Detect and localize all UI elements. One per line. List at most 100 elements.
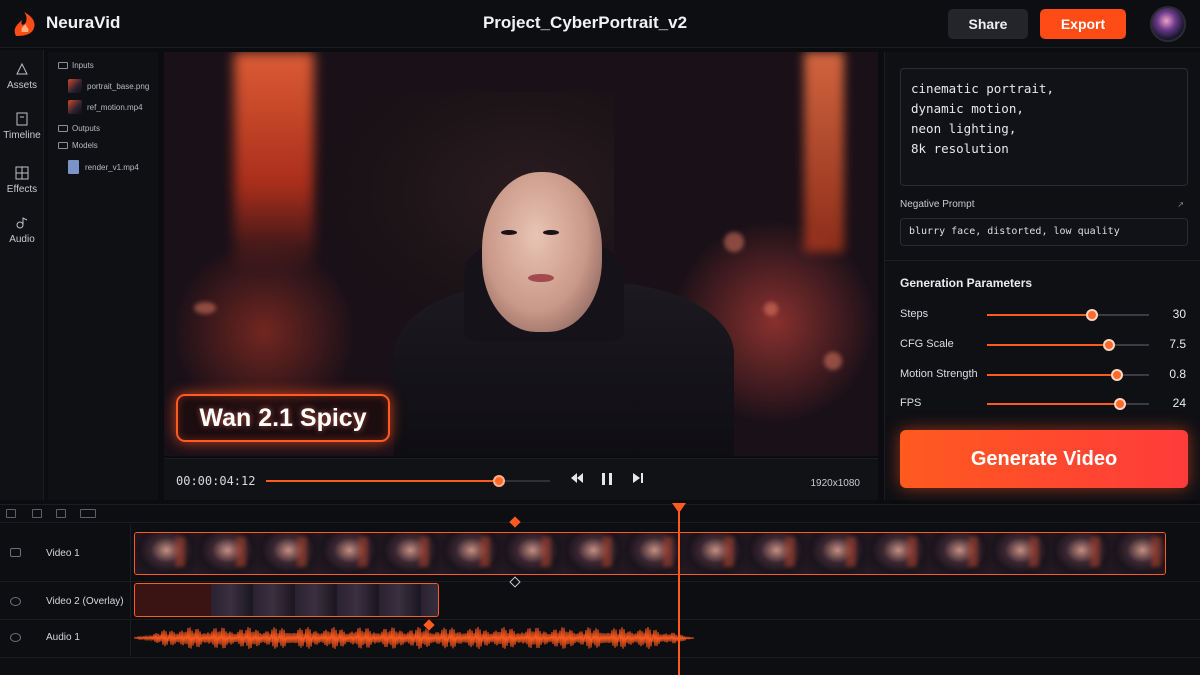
param-label: FPS bbox=[900, 397, 922, 409]
export-button[interactable]: Export bbox=[1040, 9, 1126, 39]
bokeh-light bbox=[824, 352, 842, 370]
video-file-icon bbox=[68, 160, 79, 174]
file-item[interactable]: render_v1.mp4 bbox=[68, 160, 139, 174]
pause-icon bbox=[602, 473, 612, 485]
clip-frame-thumbnail bbox=[684, 533, 748, 574]
steps-slider[interactable] bbox=[987, 309, 1149, 321]
file-item[interactable]: portrait_base.png bbox=[68, 79, 149, 93]
pause-button[interactable] bbox=[599, 472, 615, 488]
clip-frame-thumbnail bbox=[440, 533, 504, 574]
rail-item-label: Audio bbox=[9, 234, 35, 245]
video-clip[interactable] bbox=[134, 532, 1166, 575]
scrub-bar[interactable] bbox=[266, 475, 550, 487]
slider-fill bbox=[987, 374, 1117, 376]
rail-item-timeline[interactable]: Timeline bbox=[0, 112, 44, 141]
slider-handle[interactable] bbox=[1102, 339, 1115, 351]
model-badge: Wan 2.1 Spicy bbox=[176, 394, 390, 442]
folder-label: Models bbox=[72, 141, 98, 150]
clip-frame-thumbnail bbox=[745, 533, 809, 574]
fps-slider[interactable] bbox=[987, 398, 1149, 410]
folder-models[interactable]: Models bbox=[58, 141, 98, 150]
slider-handle[interactable] bbox=[1110, 369, 1123, 381]
video-thumbnail-icon bbox=[68, 100, 82, 114]
playback-controls: 00:00:04:12 1920x1080 bbox=[164, 458, 878, 500]
playhead-handle[interactable] bbox=[672, 503, 686, 513]
zoom-tool-icon[interactable] bbox=[80, 509, 96, 518]
clip-frame-thumbnail bbox=[1111, 533, 1165, 574]
timeline: Video 1 Video 2 (Overlay) Audio 1 bbox=[0, 503, 1200, 675]
playhead[interactable] bbox=[678, 505, 680, 675]
timecode: 00:00:04:12 bbox=[176, 474, 256, 488]
file-name: portrait_base.png bbox=[87, 82, 150, 91]
overlay-clip[interactable] bbox=[134, 583, 439, 617]
param-label: Steps bbox=[900, 308, 929, 320]
slider-fill bbox=[987, 403, 1120, 405]
track-header-video-1[interactable]: Video 1 bbox=[0, 524, 131, 581]
folder-inputs[interactable]: Inputs bbox=[58, 61, 94, 70]
video-preview[interactable]: Wan 2.1 Spicy bbox=[164, 52, 878, 456]
slider-handle[interactable] bbox=[1086, 309, 1099, 321]
cfg-scale-slider[interactable] bbox=[987, 339, 1149, 351]
track-divider bbox=[0, 657, 1200, 658]
razor-tool-icon[interactable] bbox=[6, 509, 16, 518]
subject-face bbox=[482, 172, 602, 332]
slider-fill bbox=[987, 344, 1109, 346]
motion-strength-slider[interactable] bbox=[987, 369, 1149, 381]
folder-outputs[interactable]: Outputs bbox=[58, 124, 100, 133]
clip-frame-thumbnail bbox=[196, 533, 260, 574]
clip-frame-thumbnail bbox=[989, 533, 1053, 574]
track-name: Video 1 bbox=[46, 548, 80, 559]
skip-back-button[interactable] bbox=[569, 472, 585, 488]
param-value: 0.8 bbox=[1169, 367, 1186, 381]
track-name: Video 2 (Overlay) bbox=[46, 596, 124, 607]
audio-waveform[interactable] bbox=[134, 623, 694, 653]
prompt-input[interactable]: cinematic portrait, dynamic motion, neon… bbox=[900, 68, 1188, 186]
app-name: NeuraVid bbox=[46, 13, 121, 32]
param-value: 7.5 bbox=[1169, 337, 1186, 351]
clip-frame-thumbnail bbox=[257, 533, 321, 574]
folder-label: Inputs bbox=[72, 61, 94, 70]
clip-frame-thumbnail bbox=[806, 533, 870, 574]
slider-fill bbox=[987, 314, 1093, 316]
track-header-audio-1[interactable]: Audio 1 bbox=[0, 620, 131, 656]
folder-icon bbox=[58, 62, 68, 69]
track-header-video-2[interactable]: Video 2 (Overlay) bbox=[0, 582, 131, 618]
expand-icon[interactable]: ↗ bbox=[1177, 200, 1184, 209]
slider-handle[interactable] bbox=[1113, 398, 1126, 410]
rail-item-label: Effects bbox=[6, 184, 38, 195]
clip-frame-thumbnail bbox=[562, 533, 626, 574]
folder-icon bbox=[58, 125, 68, 132]
file-browser: Inputs portrait_base.png ref_motion.mp4 … bbox=[48, 52, 158, 500]
clip-frame-thumbnail bbox=[318, 533, 382, 574]
keyframe-marker[interactable] bbox=[509, 576, 521, 588]
negative-prompt-input[interactable]: blurry face, distorted, low quality bbox=[900, 218, 1188, 246]
share-button[interactable]: Share bbox=[948, 9, 1028, 39]
divider bbox=[885, 260, 1200, 261]
skip-forward-icon bbox=[633, 473, 643, 483]
param-label: Motion Strength bbox=[900, 368, 978, 380]
video-track-icon bbox=[10, 548, 21, 557]
subject-lips bbox=[528, 274, 554, 282]
skip-forward-button[interactable] bbox=[630, 472, 646, 488]
rail-item-assets[interactable]: Assets bbox=[0, 62, 44, 91]
file-name: render_v1.mp4 bbox=[85, 163, 139, 172]
generate-video-button[interactable]: Generate Video bbox=[900, 430, 1188, 488]
clip-frame-thumbnail bbox=[135, 533, 199, 574]
audio-track-icon bbox=[10, 633, 21, 642]
snap-tool-icon[interactable] bbox=[56, 509, 66, 518]
scrub-handle[interactable] bbox=[492, 475, 505, 487]
scrub-progress bbox=[266, 480, 499, 482]
waveform-path bbox=[134, 627, 694, 649]
skip-back-icon bbox=[571, 473, 583, 483]
rail-item-audio[interactable]: Audio bbox=[0, 216, 44, 245]
project-title[interactable]: Project_CyberPortrait_v2 bbox=[420, 13, 750, 33]
select-tool-icon[interactable] bbox=[32, 509, 42, 518]
track-name: Audio 1 bbox=[46, 632, 80, 643]
rail-item-label: Timeline bbox=[3, 130, 41, 141]
param-value: 30 bbox=[1172, 307, 1186, 321]
overlay-track-icon bbox=[10, 597, 21, 606]
file-item[interactable]: ref_motion.mp4 bbox=[68, 100, 143, 114]
avatar[interactable] bbox=[1150, 6, 1186, 42]
rail-item-effects[interactable]: Effects bbox=[0, 166, 44, 195]
subject-eye bbox=[501, 230, 517, 235]
